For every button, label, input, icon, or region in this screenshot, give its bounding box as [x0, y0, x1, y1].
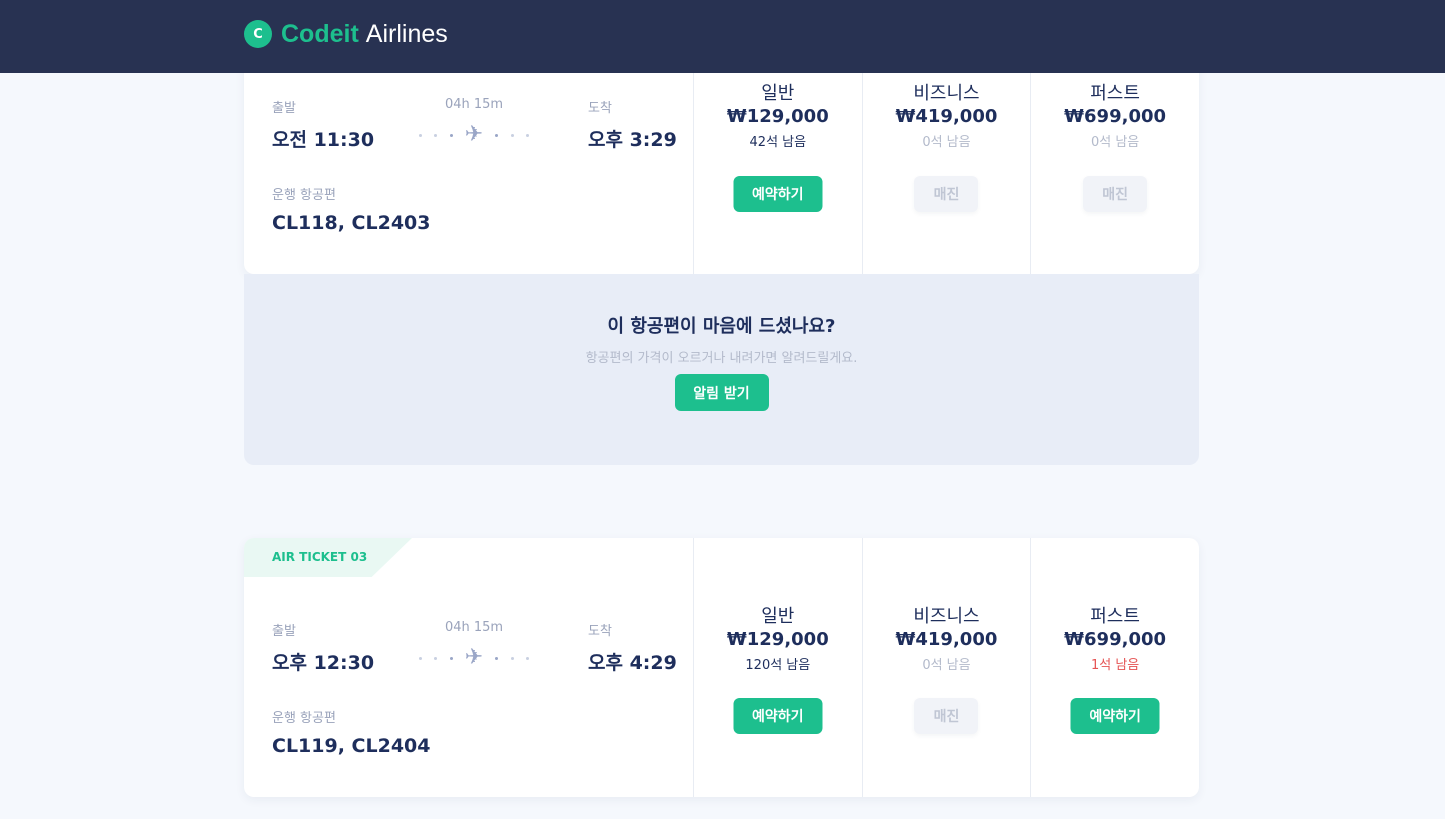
arrival-label: 도착 [588, 101, 612, 116]
airplane-icon: ✈ [464, 645, 484, 670]
flight-numbers: CL119, CL2404 [272, 735, 431, 757]
book-button[interactable]: 예약하기 [733, 698, 823, 734]
sold-out-button: 매진 [914, 698, 979, 734]
route-line: ✈ [419, 645, 529, 670]
departure-label: 출발 [272, 624, 296, 639]
sold-out-button: 매진 [1083, 176, 1148, 212]
departure-label: 출발 [272, 101, 296, 116]
sold-out-button: 매진 [914, 176, 979, 212]
fare-class-business: 비즈니스 ₩419,000 0석 남음 매진 [861, 538, 1031, 797]
fare-class-economy: 일반 ₩129,000 120석 남음 예약하기 [693, 538, 862, 797]
fare-class-name: 퍼스트 [1090, 606, 1140, 627]
arrival-time: 오후 3:29 [588, 129, 677, 151]
seats-remaining: 0석 남음 [922, 658, 971, 673]
fare-class-name: 일반 [761, 606, 795, 627]
get-alert-button[interactable]: 알림 받기 [674, 374, 769, 411]
fare-class-name: 비즈니스 [913, 83, 980, 104]
seats-remaining: 0석 남음 [1090, 135, 1140, 150]
fare-classes: 일반 ₩129,000 120석 남음 예약하기 비즈니스 ₩419,000 0… [693, 538, 1199, 797]
seats-remaining: 1석 남음 [1090, 658, 1140, 673]
fare-price: ₩129,000 [726, 106, 829, 127]
fare-price: ₩129,000 [726, 629, 829, 650]
flights-label: 운행 항공편 [272, 188, 336, 203]
route-line: ✈ [419, 122, 529, 147]
flights-label: 운행 항공편 [272, 711, 336, 726]
flight-duration: 04h 15m [444, 620, 504, 635]
brand-primary: Codeit [281, 19, 359, 48]
departure-time: 오전 11:30 [272, 129, 375, 151]
seats-remaining: 42석 남음 [749, 135, 807, 150]
top-navbar: C Codeit Airlines [0, 0, 1445, 73]
book-button[interactable]: 예약하기 [1070, 698, 1160, 734]
seats-remaining: 0석 남음 [922, 135, 971, 150]
airplane-icon: ✈ [464, 122, 484, 147]
fare-class-first: 퍼스트 ₩699,000 1석 남음 예약하기 [1030, 538, 1199, 797]
fare-class-name: 퍼스트 [1090, 83, 1140, 104]
flight-info: 출발 오후 12:30 04h 15m ✈ 도착 오후 4:29 운행 항공편 … [244, 538, 693, 797]
fare-class-name: 일반 [761, 83, 795, 104]
arrival-time: 오후 4:29 [588, 652, 677, 674]
flight-numbers: CL118, CL2403 [272, 212, 431, 234]
arrival-label: 도착 [588, 624, 612, 639]
brand-secondary: Airlines [365, 19, 448, 48]
fare-price: ₩419,000 [895, 629, 998, 650]
seats-remaining: 120석 남음 [745, 658, 811, 673]
alert-title: 이 항공편이 마음에 드셨나요? [607, 316, 836, 337]
flight-ticket-card: AIR TICKET 03 출발 오후 12:30 04h 15m ✈ 도착 오… [244, 538, 1199, 797]
fare-price: ₩699,000 [1064, 629, 1167, 650]
price-alert-panel: 이 항공편이 마음에 드셨나요? 항공편의 가격이 오르거나 내려가면 알려드릴… [244, 274, 1199, 465]
brand-logo[interactable]: C Codeit Airlines [244, 18, 448, 50]
fare-price: ₩419,000 [895, 106, 998, 127]
c-arrow-icon: C [244, 20, 272, 48]
book-button[interactable]: 예약하기 [733, 176, 823, 212]
fare-class-name: 비즈니스 [913, 606, 980, 627]
alert-subtitle: 항공편의 가격이 오르거나 내려가면 알려드릴게요. [585, 351, 858, 366]
fare-price: ₩699,000 [1064, 106, 1167, 127]
departure-time: 오후 12:30 [272, 652, 375, 674]
flight-duration: 04h 15m [444, 97, 504, 112]
